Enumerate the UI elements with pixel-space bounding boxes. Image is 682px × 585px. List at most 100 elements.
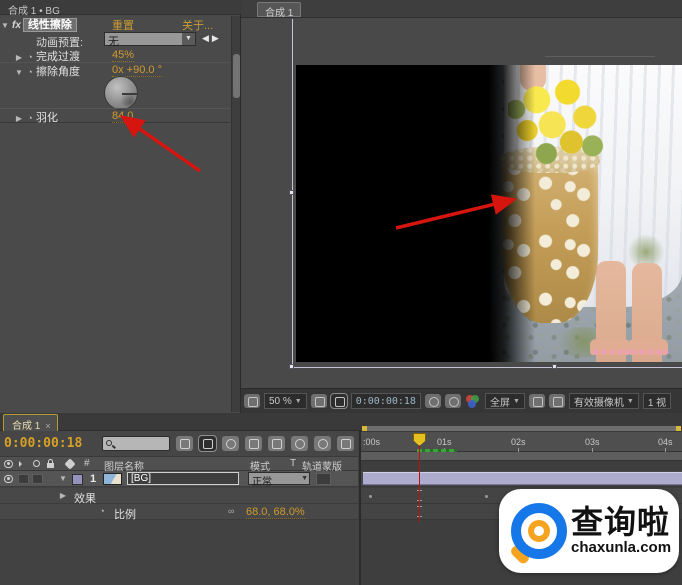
viewer-timecode[interactable]: 0:00:00:18 <box>350 393 421 409</box>
snapshot-camera-icon[interactable] <box>424 394 441 408</box>
composition-canvas[interactable] <box>296 65 682 362</box>
selection-handle-mid-left[interactable] <box>289 190 294 195</box>
resolution-dropdown[interactable]: 全屏 ▼ <box>484 393 525 409</box>
viewer-tabstrip: 合成 1 <box>241 0 682 19</box>
layer-expand-icon[interactable]: ▼ <box>58 474 68 483</box>
prev-preset-icon[interactable]: ◀ <box>202 33 212 43</box>
selection-handle-bottom-left[interactable] <box>289 364 294 369</box>
animation-preset-value: 无 <box>108 36 119 48</box>
time-navigator-bar[interactable] <box>361 425 682 432</box>
logo-orange-ring <box>528 520 550 542</box>
lock-icon <box>47 459 54 468</box>
channel-rgb-icon[interactable] <box>465 394 481 408</box>
chevron-down-icon: ▼ <box>301 475 308 482</box>
brainstorm-icon[interactable] <box>291 436 308 451</box>
expand-icon[interactable]: ▶ <box>14 114 24 123</box>
layer-duration-bar[interactable] <box>363 472 682 485</box>
transparency-grid-icon[interactable] <box>548 394 565 408</box>
draft-3d-icon[interactable] <box>198 435 217 452</box>
timeline-search-box[interactable] <box>102 436 183 451</box>
timeline-column-headers: # 图层名称 模式 T 轨道蒙版 <box>0 456 358 473</box>
frame-blending-icon[interactable] <box>245 436 262 451</box>
wipe-angle-label: 擦除角度 <box>36 66 80 78</box>
track-matte-box[interactable] <box>316 473 331 485</box>
effects-group-row[interactable]: ▶ 效果 <box>0 488 358 505</box>
layer-label-color-swatch[interactable] <box>72 474 83 485</box>
ruler-tick-label: 01s <box>437 437 452 447</box>
safe-zones-icon[interactable] <box>329 393 348 409</box>
navigator-start-handle[interactable] <box>362 426 367 431</box>
expand-icon[interactable]: ▶ <box>14 53 24 62</box>
viewer-tab-comp1[interactable]: 合成 1 <box>257 2 302 19</box>
effect-name[interactable]: 线性擦除 <box>22 18 77 32</box>
scale-value[interactable]: 68.0, 68.0% <box>246 506 305 519</box>
collapse-icon[interactable]: ▼ <box>14 68 24 77</box>
chevron-down-icon[interactable]: ▼ <box>182 33 195 45</box>
shy-layers-icon[interactable] <box>222 436 239 451</box>
watermark-domain: chaxunla.com <box>571 539 672 556</box>
show-snapshot-icon[interactable] <box>444 394 461 408</box>
view-layout-value: 1 视 <box>647 397 667 409</box>
scale-label: 比例 <box>114 509 136 521</box>
stopwatch-icon[interactable]: ◔ <box>24 52 36 62</box>
col-t: T <box>290 458 297 469</box>
navigator-end-handle[interactable] <box>676 426 681 431</box>
blend-mode-dropdown[interactable]: 正常 ▼ <box>248 472 310 488</box>
ruler-tick-label: 03s <box>585 437 600 447</box>
always-preview-icon[interactable] <box>244 394 260 408</box>
graph-editor-icon[interactable] <box>337 436 354 451</box>
comp-flowchart-icon[interactable] <box>176 436 193 451</box>
solo-toggle-box[interactable] <box>32 474 43 484</box>
feather-row: ▶ ◔ 羽化 84.0 <box>0 108 230 124</box>
grid-guides-icon[interactable] <box>310 394 327 408</box>
time-ruler[interactable]: :00s 01s 02s 03s 04s <box>361 432 682 452</box>
animation-preset-dropdown[interactable]: 无 ▼ <box>104 32 196 48</box>
layer-visibility-eye-icon[interactable] <box>4 475 13 483</box>
viewer-top-edge-line <box>545 56 655 57</box>
feather-value[interactable]: 84.0 <box>112 110 134 123</box>
layer-name-field[interactable]: [BG] <box>127 472 239 485</box>
scrollbar-thumb[interactable] <box>233 54 240 98</box>
keyframe-dot[interactable] <box>369 495 372 498</box>
preset-prev-next-buttons[interactable]: ◀▶ <box>202 33 222 44</box>
chevron-down-icon: ▼ <box>512 397 520 405</box>
chevron-down-icon: ▼ <box>294 397 302 405</box>
resolution-value: 全屏 <box>489 397 510 409</box>
constrain-proportions-icon[interactable]: ∞ <box>228 506 234 516</box>
scale-property-row[interactable]: ◔ 比例 ∞ 68.0, 68.0% <box>0 504 358 521</box>
transition-completion-label: 完成过渡 <box>36 51 80 63</box>
chevron-down-icon: ▼ <box>626 397 634 405</box>
stopwatch-icon[interactable]: ◔ <box>24 113 36 123</box>
effect-about-button[interactable]: 关于... <box>182 17 213 33</box>
transition-completion-value[interactable]: 45% <box>112 49 135 62</box>
selection-handle-bottom-center[interactable] <box>552 364 557 369</box>
effects-expand-icon[interactable]: ▶ <box>58 491 68 500</box>
stopwatch-icon[interactable]: ◔ <box>24 67 36 77</box>
transition-completion-row: ▶ ◔ 完成过渡 45% <box>0 48 230 63</box>
effect-collapse-toggle[interactable]: ▼ <box>0 21 10 30</box>
keyframe-dot[interactable] <box>485 495 488 498</box>
motion-blur-icon[interactable] <box>268 436 285 451</box>
next-preset-icon[interactable]: ▶ <box>212 33 222 43</box>
effect-reset-button[interactable]: 重置 <box>112 17 134 33</box>
auto-keyframe-icon[interactable] <box>314 436 331 451</box>
close-icon[interactable]: × <box>45 421 50 431</box>
search-input[interactable] <box>116 437 183 450</box>
wipe-angle-dial[interactable] <box>104 76 138 110</box>
timeline-tab-comp1[interactable]: 合成 1 × <box>3 414 58 432</box>
fx-icon: fx <box>12 20 21 31</box>
audio-toggle-box[interactable] <box>18 474 29 484</box>
work-area-bar[interactable] <box>361 452 682 461</box>
region-of-interest-icon[interactable] <box>528 394 545 408</box>
current-time-display[interactable]: 0:00:00:18 <box>4 436 82 451</box>
magnification-dropdown[interactable]: 50 % ▼ <box>264 393 307 409</box>
active-camera-dropdown[interactable]: 有效摄像机 ▼ <box>568 393 639 409</box>
layer-row-bg[interactable]: ▼ 1 [BG] 正常 ▼ <box>0 471 358 488</box>
search-icon <box>106 440 113 446</box>
layer-selection-bottom-edge[interactable] <box>292 367 682 368</box>
view-layout-dropdown[interactable]: 1 视 <box>642 393 672 409</box>
after-effects-window: 合成 1 • BG ▼ fx 线性擦除 重置 关于... 动画预置: 无 ▼ ◀▶ ▶… <box>0 0 682 585</box>
layer-number: 1 <box>90 473 97 485</box>
scale-stopwatch-icon[interactable]: ◔ <box>96 506 108 516</box>
scrollbar[interactable] <box>231 16 240 412</box>
